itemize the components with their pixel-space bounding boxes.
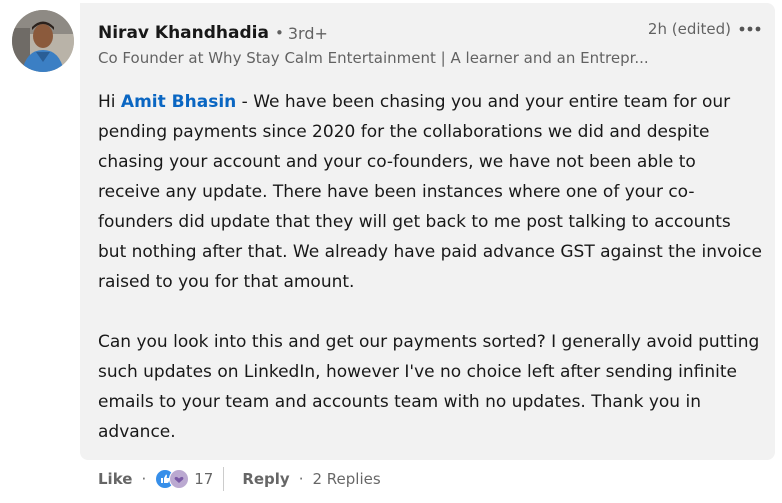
reactions-summary[interactable]: 17 <box>155 469 213 489</box>
author-row: Nirav Khandhadia • 3rd+ <box>98 21 328 45</box>
ellipsis-icon-glyph <box>739 26 761 32</box>
comment-meta: 2h (edited) <box>648 17 761 41</box>
comment-paragraph: Hi Amit Bhasin - We have been chasing yo… <box>98 87 763 297</box>
degree-separator: • <box>274 24 284 42</box>
comment-paragraph: Can you look into this and get our payme… <box>98 332 760 442</box>
separator-dot: · <box>298 470 304 488</box>
profile-photo <box>12 10 74 72</box>
paragraph-text: - We have been chasing you and your enti… <box>98 92 762 292</box>
avatar[interactable] <box>12 10 74 72</box>
comment-bubble: Nirav Khandhadia • 3rd+ Co Founder at Wh… <box>80 3 775 460</box>
separator-dot: · <box>141 470 147 488</box>
replies-link[interactable]: 2 Replies <box>313 470 381 488</box>
ellipsis-icon[interactable] <box>739 25 761 33</box>
divider <box>223 467 225 491</box>
like-button[interactable]: Like <box>98 470 132 488</box>
author-headline: Co Founder at Why Stay Calm Entertainmen… <box>98 49 649 67</box>
support-reaction-icon <box>169 469 190 489</box>
author-name[interactable]: Nirav Khandhadia <box>98 23 269 43</box>
heart-hand-icon <box>174 476 184 483</box>
reaction-count: 17 <box>194 470 214 488</box>
comment-timestamp: 2h (edited) <box>647 20 731 38</box>
greeting-text: Hi <box>98 92 121 112</box>
reply-button[interactable]: Reply <box>242 470 289 488</box>
comment-text: Hi Amit Bhasin - We have been chasing yo… <box>98 87 763 447</box>
connection-degree: 3rd+ <box>287 23 328 43</box>
mention-link[interactable]: Amit Bhasin <box>121 92 236 112</box>
comment-actions: Like · 17 Reply · 2 Replies <box>98 466 381 492</box>
